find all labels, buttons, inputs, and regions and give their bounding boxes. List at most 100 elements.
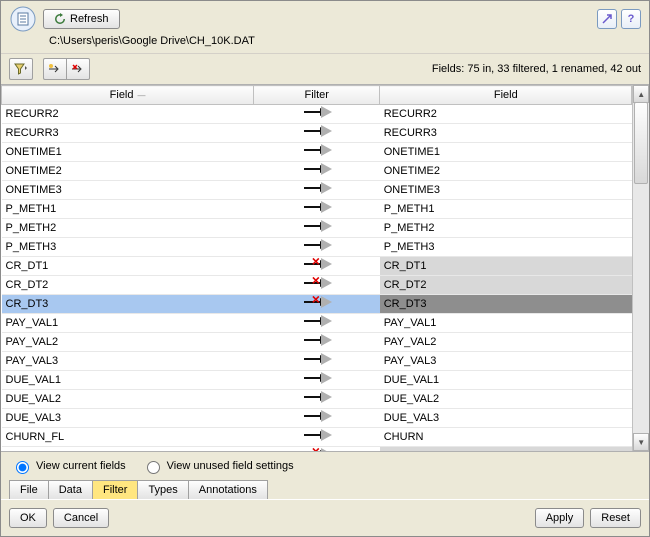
- table-row[interactable]: P_METH3P_METH3: [2, 238, 632, 257]
- cell-field-in: DUE_VAL1: [2, 371, 254, 390]
- cell-field-in: DUE_VAL3: [2, 409, 254, 428]
- include-fields-button[interactable]: [43, 58, 66, 80]
- arrow-pass-icon: [302, 165, 332, 175]
- table-row[interactable]: CHURN_FL CHURN: [2, 428, 632, 447]
- table-row[interactable]: RECURR2RECURR2: [2, 105, 632, 124]
- toggle-group: [43, 58, 90, 80]
- exclude-fields-button[interactable]: [66, 58, 90, 80]
- fields-table-wrap: Field— Filter Field RECURR2RECURR2RECURR…: [1, 84, 649, 452]
- table-row[interactable]: ONETIME2 ONETIME2: [2, 162, 632, 181]
- refresh-button[interactable]: Refresh: [43, 9, 120, 29]
- table-header-row: Field— Filter Field: [2, 86, 632, 105]
- tab-bar: FileDataFilterTypesAnnotations: [1, 480, 649, 499]
- cell-filter: [254, 371, 380, 390]
- tab-filter[interactable]: Filter: [92, 480, 138, 499]
- cell-filter: [254, 181, 380, 200]
- cell-field-out: P_METH2: [380, 219, 632, 238]
- table-row[interactable]: ONETIME1ONETIME1: [2, 143, 632, 162]
- table-row[interactable]: PAY_VAL3 PAY_VAL3: [2, 352, 632, 371]
- table-row[interactable]: P_METH1P_METH1: [2, 200, 632, 219]
- table-row[interactable]: CR_DT1×CR_DT1: [2, 257, 632, 276]
- radio-current-label: View current fields: [36, 460, 126, 472]
- cell-field-out: ONETIME2: [380, 162, 632, 181]
- scroll-down-icon[interactable]: ▼: [633, 433, 649, 451]
- table-row[interactable]: RECURR3RECURR3: [2, 124, 632, 143]
- cell-field-out: DUE_VAL2: [380, 390, 632, 409]
- scroll-up-icon[interactable]: ▲: [633, 85, 649, 103]
- arrow-pass-icon: [302, 184, 332, 194]
- arrow-pass-icon: [302, 222, 332, 232]
- cell-field-in: P_METH2: [2, 219, 254, 238]
- cell-field-out: CHURN: [380, 428, 632, 447]
- cell-filter: [254, 409, 380, 428]
- table-row[interactable]: CR_DT3×CR_DT3: [2, 295, 632, 314]
- tab-data[interactable]: Data: [48, 480, 93, 499]
- document-icon: [9, 5, 37, 33]
- help-icons: ?: [597, 9, 641, 29]
- field-stats: Fields: 75 in, 33 filtered, 1 renamed, 4…: [432, 63, 641, 75]
- col-header-field-in[interactable]: Field—: [2, 86, 254, 105]
- reset-button[interactable]: Reset: [590, 508, 641, 528]
- arrow-pass-icon: [302, 241, 332, 251]
- ok-button[interactable]: OK: [9, 508, 47, 528]
- cell-field-out: CR_DT1: [380, 257, 632, 276]
- col-header-filter[interactable]: Filter: [254, 86, 380, 105]
- table-row[interactable]: DUE_VAL3DUE_VAL3: [2, 409, 632, 428]
- cell-filter: [254, 219, 380, 238]
- cell-field-in: RECURR3: [2, 124, 254, 143]
- tab-file[interactable]: File: [9, 480, 49, 499]
- cell-filter: [254, 238, 380, 257]
- table-row[interactable]: ONETIME3ONETIME3: [2, 181, 632, 200]
- cell-field-out: ONETIME3: [380, 181, 632, 200]
- table-row[interactable]: CR_DT2×CR_DT2: [2, 276, 632, 295]
- table-row[interactable]: PAY_VAL1PAY_VAL1: [2, 314, 632, 333]
- cell-field-in: PAY_VAL3: [2, 352, 254, 371]
- cell-filter: [254, 390, 380, 409]
- cancel-button[interactable]: Cancel: [53, 508, 109, 528]
- sort-icon: —: [138, 91, 146, 100]
- arrow-filtered-icon: ×: [302, 279, 332, 289]
- cell-field-in: P_METH1: [2, 200, 254, 219]
- cell-filter: [254, 143, 380, 162]
- cell-filter: ×: [254, 276, 380, 295]
- refresh-icon: [54, 13, 66, 25]
- arrow-pass-icon: [302, 203, 332, 213]
- radio-view-unused[interactable]: View unused field settings: [142, 458, 294, 474]
- arrow-pass-icon: [302, 374, 332, 384]
- arrow-pass-icon: [302, 431, 332, 441]
- tab-annotations[interactable]: Annotations: [188, 480, 268, 499]
- cell-field-in: DUE_VAL2: [2, 390, 254, 409]
- arrow-pass-icon: [302, 336, 332, 346]
- cell-field-out: CR_DT3: [380, 295, 632, 314]
- arrow-filtered-icon: ×: [302, 298, 332, 308]
- table-row[interactable]: P_METH2 P_METH2: [2, 219, 632, 238]
- table-row[interactable]: DUE_VAL1DUE_VAL1: [2, 371, 632, 390]
- cell-field-in: ONETIME2: [2, 162, 254, 181]
- arrow-pass-icon: [302, 108, 332, 118]
- radio-view-current[interactable]: View current fields: [11, 458, 126, 474]
- filter-dropdown-button[interactable]: [9, 58, 33, 80]
- tab-types[interactable]: Types: [137, 480, 188, 499]
- cell-filter: [254, 162, 380, 181]
- refresh-label: Refresh: [70, 13, 109, 25]
- table-row[interactable]: PAY_VAL2PAY_VAL2: [2, 333, 632, 352]
- popout-icon[interactable]: [597, 9, 617, 29]
- apply-button[interactable]: Apply: [535, 508, 585, 528]
- cell-field-out: P_METH3: [380, 238, 632, 257]
- cell-field-out: CR_DT2: [380, 276, 632, 295]
- col-header-field-out[interactable]: Field: [380, 86, 632, 105]
- table-row[interactable]: DUE_VAL2 DUE_VAL2: [2, 390, 632, 409]
- help-icon[interactable]: ?: [621, 9, 641, 29]
- radio-unused-input[interactable]: [147, 461, 160, 474]
- arrow-pass-icon: [302, 355, 332, 365]
- cell-field-in: RECURR2: [2, 105, 254, 124]
- vertical-scrollbar[interactable]: ▲ ▼: [632, 85, 649, 451]
- radio-current-input[interactable]: [16, 461, 29, 474]
- scroll-thumb[interactable]: [634, 102, 648, 184]
- cell-filter: [254, 333, 380, 352]
- arrow-pass-icon: [302, 127, 332, 137]
- cell-field-out: PAY_VAL3: [380, 352, 632, 371]
- cell-field-in: CHURN_FL: [2, 428, 254, 447]
- file-path: C:\Users\peris\Google Drive\CH_10K.DAT: [1, 35, 649, 53]
- filter-dialog: Refresh ? C:\Users\peris\Google Drive\CH…: [0, 0, 650, 537]
